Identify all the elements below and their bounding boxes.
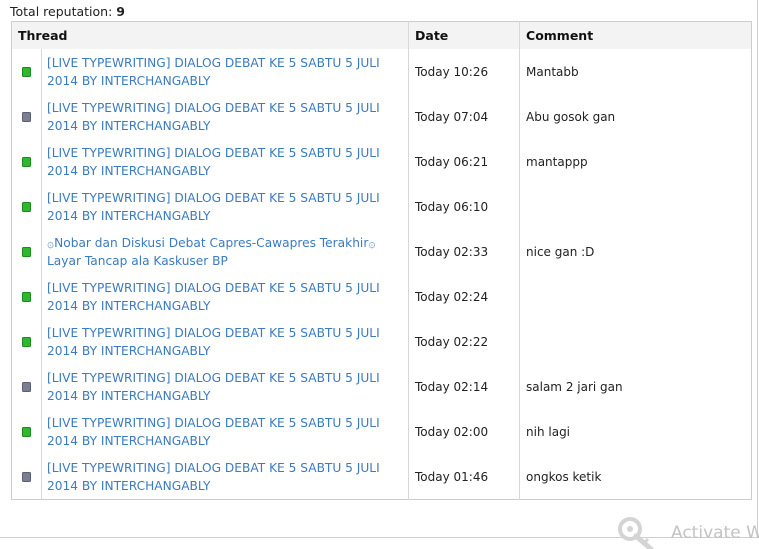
date-cell: Today 02:24	[408, 274, 521, 319]
reputation-status-icon	[22, 292, 31, 302]
thread-cell: [LIVE TYPEWRITING] DIALOG DEBAT KE 5 SAB…	[41, 49, 410, 94]
status-cell	[11, 94, 42, 139]
date-column-header: Date	[408, 21, 521, 49]
comment-cell	[520, 319, 752, 364]
thread-column-header: Thread	[11, 21, 410, 49]
thread-cell: [LIVE TYPEWRITING] DIALOG DEBAT KE 5 SAB…	[41, 454, 410, 500]
comment-cell: Abu gosok gan	[526, 109, 616, 124]
thread-link[interactable]: ۞Nobar dan Diskusi Debat Capres-Cawapres…	[42, 234, 408, 270]
table-row: [LIVE TYPEWRITING] DIALOG DEBAT KE 5 SAB…	[11, 364, 752, 409]
table-row: [LIVE TYPEWRITING] DIALOG DEBAT KE 5 SAB…	[11, 94, 752, 139]
reputation-status-icon	[22, 157, 31, 167]
status-cell	[11, 319, 42, 364]
comment-cell: nih lagi	[526, 424, 571, 439]
status-cell	[11, 274, 42, 319]
comment-cell: nice gan :D	[526, 244, 595, 259]
total-reputation-value: 9	[116, 4, 125, 19]
reputation-status-icon	[22, 382, 31, 392]
thread-cell: [LIVE TYPEWRITING] DIALOG DEBAT KE 5 SAB…	[41, 94, 410, 139]
reputation-status-icon	[22, 337, 31, 347]
thread-link[interactable]: [LIVE TYPEWRITING] DIALOG DEBAT KE 5 SAB…	[42, 369, 408, 405]
thread-link[interactable]: [LIVE TYPEWRITING] DIALOG DEBAT KE 5 SAB…	[42, 144, 408, 180]
thread-link[interactable]: [LIVE TYPEWRITING] DIALOG DEBAT KE 5 SAB…	[42, 324, 408, 360]
thread-link[interactable]: [LIVE TYPEWRITING] DIALOG DEBAT KE 5 SAB…	[42, 189, 408, 225]
comment-cell	[520, 184, 752, 229]
date-cell: Today 02:00	[408, 409, 521, 454]
reputation-status-icon	[22, 67, 31, 77]
table-row: [LIVE TYPEWRITING] DIALOG DEBAT KE 5 SAB…	[11, 139, 752, 184]
status-cell	[11, 229, 42, 274]
thread-cell: [LIVE TYPEWRITING] DIALOG DEBAT KE 5 SAB…	[41, 364, 410, 409]
date-cell: Today 06:10	[408, 184, 521, 229]
reputation-table: Thread Date Comment [LIVE TYPEWRITING] D…	[11, 21, 753, 500]
table-row: [LIVE TYPEWRITING] DIALOG DEBAT KE 5 SAB…	[11, 49, 752, 94]
date-cell: Today 01:46	[408, 454, 521, 500]
thread-cell: [LIVE TYPEWRITING] DIALOG DEBAT KE 5 SAB…	[41, 409, 410, 454]
table-row: [LIVE TYPEWRITING] DIALOG DEBAT KE 5 SAB…	[11, 274, 752, 319]
table-row: [LIVE TYPEWRITING] DIALOG DEBAT KE 5 SAB…	[11, 184, 752, 229]
date-cell: Today 02:33	[408, 229, 521, 274]
reputation-status-icon	[22, 112, 31, 122]
comment-cell: Mantabb	[526, 64, 579, 79]
total-reputation-label: Total reputation:	[10, 4, 113, 19]
comment-cell: ongkos ketik	[526, 469, 602, 484]
watermark-text: Activate W	[671, 523, 759, 543]
comment-column-header: Comment	[519, 21, 752, 49]
comment-cell	[520, 274, 752, 319]
table-row: [LIVE TYPEWRITING] DIALOG DEBAT KE 5 SAB…	[11, 319, 752, 364]
thread-cell: [LIVE TYPEWRITING] DIALOG DEBAT KE 5 SAB…	[41, 184, 410, 229]
reputation-status-icon	[22, 247, 31, 257]
thread-link[interactable]: [LIVE TYPEWRITING] DIALOG DEBAT KE 5 SAB…	[42, 279, 408, 315]
date-cell: Today 10:26	[408, 49, 521, 94]
activate-windows-watermark: Activate W	[615, 514, 759, 549]
thread-link[interactable]: [LIVE TYPEWRITING] DIALOG DEBAT KE 5 SAB…	[42, 99, 408, 135]
comment-cell: mantappp	[526, 154, 588, 169]
status-cell	[11, 364, 42, 409]
thread-link[interactable]: [LIVE TYPEWRITING] DIALOG DEBAT KE 5 SAB…	[42, 459, 408, 495]
table-row: [LIVE TYPEWRITING] DIALOG DEBAT KE 5 SAB…	[11, 409, 752, 454]
thread-cell: [LIVE TYPEWRITING] DIALOG DEBAT KE 5 SAB…	[41, 319, 410, 364]
thread-cell: ۞Nobar dan Diskusi Debat Capres-Cawapres…	[41, 229, 410, 274]
comment-cell: salam 2 jari gan	[526, 379, 623, 394]
reputation-status-icon	[22, 472, 31, 482]
date-cell: Today 02:22	[408, 319, 521, 364]
reputation-status-icon	[22, 202, 31, 212]
thread-link[interactable]: [LIVE TYPEWRITING] DIALOG DEBAT KE 5 SAB…	[42, 414, 408, 450]
thread-cell: [LIVE TYPEWRITING] DIALOG DEBAT KE 5 SAB…	[41, 274, 410, 319]
status-cell	[11, 49, 42, 94]
status-cell	[11, 139, 42, 184]
table-header-row: Thread Date Comment	[11, 21, 752, 49]
reputation-status-icon	[22, 427, 31, 437]
table-row: ۞Nobar dan Diskusi Debat Capres-Cawapres…	[11, 229, 752, 274]
status-cell	[11, 184, 42, 229]
thread-cell: [LIVE TYPEWRITING] DIALOG DEBAT KE 5 SAB…	[41, 139, 410, 184]
status-cell	[11, 409, 42, 454]
table-row: [LIVE TYPEWRITING] DIALOG DEBAT KE 5 SAB…	[11, 454, 752, 500]
total-reputation: Total reputation: 9	[10, 4, 125, 19]
date-cell: Today 02:14	[408, 364, 521, 409]
key-icon	[618, 517, 654, 549]
thread-link[interactable]: [LIVE TYPEWRITING] DIALOG DEBAT KE 5 SAB…	[42, 54, 408, 90]
status-cell	[11, 454, 42, 500]
date-cell: Today 07:04	[408, 94, 521, 139]
date-cell: Today 06:21	[408, 139, 521, 184]
